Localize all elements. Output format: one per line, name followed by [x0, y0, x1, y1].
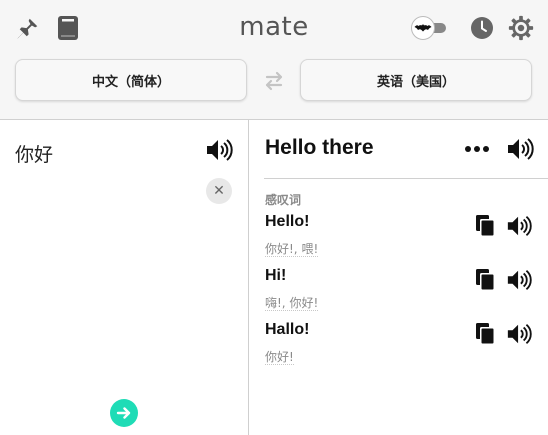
copy-icon[interactable] [475, 322, 497, 346]
gear-icon[interactable] [508, 15, 534, 41]
arrow-right-icon[interactable] [110, 399, 138, 427]
entry-word: Hello! [265, 213, 310, 230]
app-title: mate [239, 12, 309, 42]
header: mate 中文（简体） 英语（美国） [0, 0, 548, 120]
close-icon[interactable]: ✕ [206, 178, 232, 204]
entry-translation-text[interactable]: 嗨!, 你好! [265, 296, 319, 311]
target-language-button[interactable]: 英语（美国） [300, 59, 532, 101]
clock-icon[interactable] [470, 16, 494, 40]
swap-icon[interactable] [262, 70, 286, 92]
copy-icon[interactable] [475, 268, 497, 292]
entry-translation-text[interactable]: 你好!, 喂! [265, 242, 319, 257]
translation-result: Hello there [265, 136, 374, 159]
bat-toggle-icon[interactable] [410, 15, 448, 41]
entry-word: Hi! [265, 267, 287, 284]
entry-word: Hallo! [265, 321, 310, 338]
source-language-button[interactable]: 中文（简体） [15, 59, 247, 101]
result-separator [264, 178, 548, 179]
entry-translations: 嗨!, 你好! [265, 294, 319, 311]
entry-translations: 你好! [265, 348, 294, 365]
speaker-icon[interactable] [506, 135, 534, 163]
entry-translations: 你好!, 喂! [265, 240, 319, 257]
speaker-icon[interactable] [506, 321, 532, 347]
source-text[interactable]: 你好 [15, 140, 53, 167]
part-of-speech-label: 感叹词 [265, 193, 302, 207]
more-dots-icon[interactable] [463, 138, 491, 160]
speaker-icon[interactable] [205, 136, 233, 164]
copy-icon[interactable] [475, 214, 497, 238]
speaker-icon[interactable] [506, 213, 532, 239]
panel-divider [248, 120, 249, 435]
speaker-icon[interactable] [506, 267, 532, 293]
entry-translation-text[interactable]: 你好! [265, 350, 294, 365]
mate-translator-app: mate 中文（简体） 英语（美国） 你好 ✕ Hello there 感叹词 … [0, 0, 548, 435]
